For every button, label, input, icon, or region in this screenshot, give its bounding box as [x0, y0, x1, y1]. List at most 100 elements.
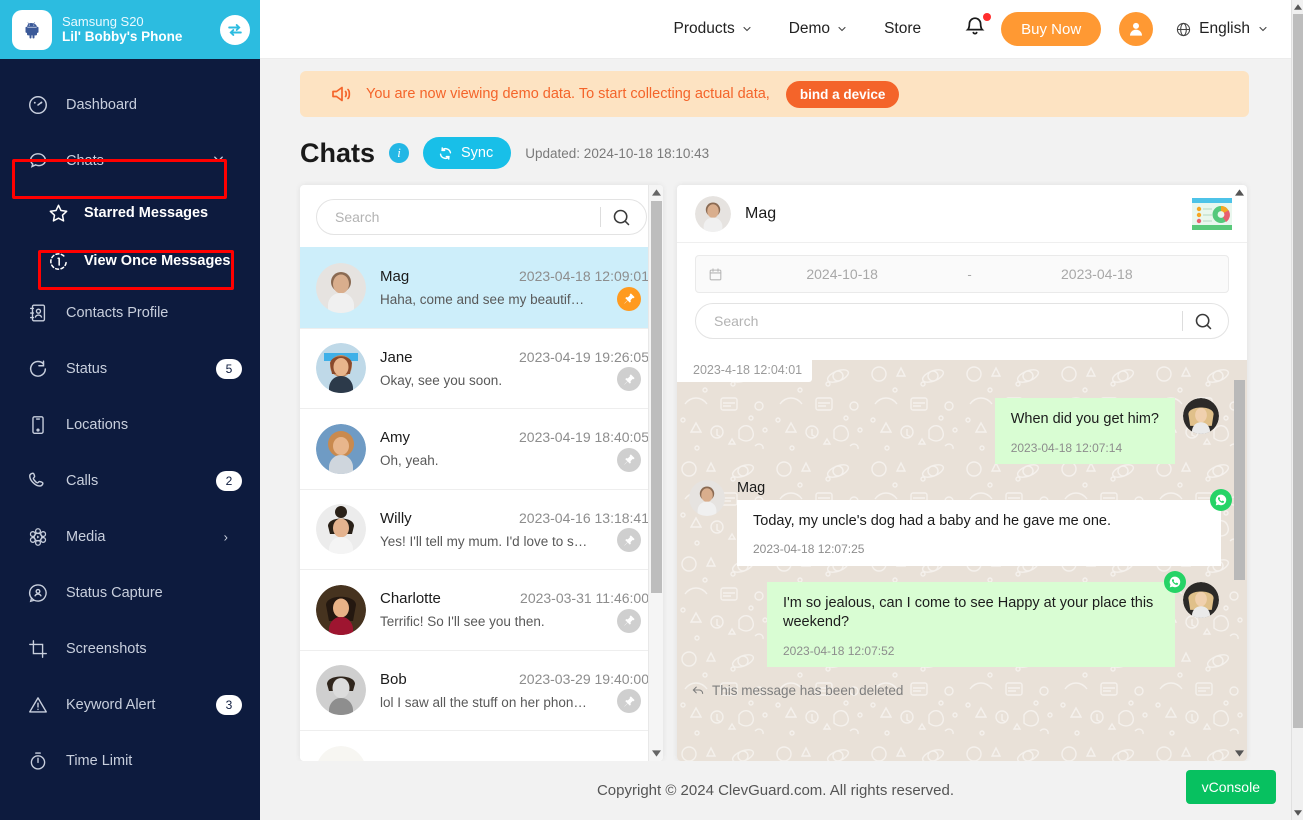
- message-date-chip: 2023-4-18 12:04:01: [677, 360, 813, 382]
- sidebar-item-label: Time Limit: [66, 753, 133, 769]
- sidebar-item-chats[interactable]: Chats: [0, 133, 260, 189]
- pin-icon[interactable]: [617, 367, 641, 391]
- search-icon[interactable]: [1193, 311, 1224, 332]
- pin-icon[interactable]: [617, 608, 641, 633]
- scroll-up-icon[interactable]: [1292, 0, 1303, 14]
- conversation-search[interactable]: [695, 303, 1229, 339]
- contact-name: Mag: [380, 268, 410, 286]
- message-text: Today, my uncle's dog had a baby and he …: [753, 512, 1111, 529]
- table-row[interactable]: Bob 2023-03-29 19:40:00 lol I saw all the…: [300, 649, 663, 730]
- sidebar-item-status[interactable]: Status 5: [0, 341, 260, 397]
- device-name: Lil' Bobby's Phone: [62, 29, 183, 45]
- chevron-right-icon[interactable]: ›: [224, 530, 228, 545]
- language-selector[interactable]: English: [1175, 20, 1269, 38]
- sidebar-item-time-limit[interactable]: Time Limit: [0, 733, 260, 789]
- table-row[interactable]: Jane 2023-04-19 19:26:05 Okay, see you so…: [300, 327, 663, 408]
- account-avatar-icon[interactable]: [1119, 12, 1154, 46]
- date-end: 2023-04-18: [1061, 266, 1133, 282]
- scroll-down-icon[interactable]: [649, 746, 663, 761]
- search-input[interactable]: [714, 313, 1182, 329]
- search-input[interactable]: [335, 209, 600, 225]
- sidebar-item-contacts-profile[interactable]: Contacts Profile: [0, 285, 260, 341]
- row-body: Jane 2023-04-19 19:26:05 Okay, see you so…: [380, 349, 649, 388]
- notification-bell-icon[interactable]: [939, 12, 1001, 45]
- avatar: [695, 195, 731, 232]
- updated-timestamp: Updated: 2024-10-18 18:10:43: [525, 145, 710, 161]
- message-bubble[interactable]: I'm so jealous, can I come to see Happy …: [767, 570, 1186, 667]
- sidebar-item-label: Media: [66, 529, 106, 545]
- sidebar-item-screenshots[interactable]: Screenshots: [0, 621, 260, 677]
- sidebar-item-label: Calls: [66, 473, 99, 489]
- demo-data-banner: You are now viewing demo data. To start …: [300, 71, 1249, 117]
- table-row[interactable]: Mag 2023-04-18 12:09:01 Haha, come and se…: [300, 247, 663, 328]
- scroll-up-icon[interactable]: [649, 185, 663, 200]
- sync-button[interactable]: Sync: [423, 137, 512, 169]
- info-icon[interactable]: i: [389, 143, 410, 163]
- avatar: [316, 423, 366, 474]
- date-range-picker[interactable]: 2024-10-18 - 2023-04-18: [695, 255, 1229, 293]
- scroll-down-icon[interactable]: [1232, 746, 1247, 761]
- scrollbar-thumb[interactable]: [1293, 14, 1303, 728]
- device-info: Samsung S20 Lil' Bobby's Phone: [62, 14, 210, 45]
- vconsole-button[interactable]: vConsole: [1185, 770, 1276, 804]
- switch-device-icon[interactable]: [220, 14, 250, 45]
- sidebar-item-starred-messages[interactable]: Starred Messages: [0, 189, 260, 237]
- phone-icon: [24, 470, 52, 492]
- pin-icon[interactable]: [617, 689, 641, 713]
- buy-now-button[interactable]: Buy Now: [1001, 12, 1102, 46]
- sidebar-item-label: Status: [66, 361, 108, 377]
- footer: Copyright © 2024 ClevGuard.com. All righ…: [260, 761, 1291, 820]
- message-text: I'm so jealous, can I come to see Happy …: [783, 594, 1154, 631]
- deleted-message-notice: This message has been deleted: [689, 683, 1221, 698]
- bind-a-device-button[interactable]: bind a device: [785, 80, 900, 108]
- top-navigation-bar: Products Demo Store Buy Now English: [260, 0, 1291, 59]
- nav-demo[interactable]: Demo: [771, 20, 866, 38]
- conversation-panel: Mag 2024-10-18 - 2023-04-18 Search 2023-…: [677, 185, 1247, 761]
- analytics-chart-icon[interactable]: [1191, 197, 1233, 231]
- row-body: Amy 2023-04-19 18:40:05 Oh, yeah.: [380, 429, 649, 468]
- sidebar-item-dashboard[interactable]: Dashboard: [0, 77, 260, 133]
- page-scrollbar[interactable]: [1291, 0, 1303, 820]
- message-bubble[interactable]: When did you get him? 2023-04-18 12:07:1…: [994, 398, 1175, 464]
- media-icon: [24, 526, 52, 548]
- pin-icon[interactable]: [617, 528, 641, 552]
- location-phone-icon: [24, 414, 52, 436]
- sidebar-item-keyword-alert[interactable]: Keyword Alert 3: [0, 677, 260, 733]
- chevron-down-icon: [1259, 26, 1267, 32]
- pin-icon[interactable]: [617, 286, 641, 311]
- nav-store[interactable]: Store: [866, 20, 939, 38]
- scroll-down-icon[interactable]: [1292, 806, 1303, 820]
- message-sender: Mag: [737, 479, 766, 496]
- search-icon[interactable]: [611, 207, 642, 228]
- nav-products[interactable]: Products: [656, 20, 771, 38]
- sidebar-item-calls[interactable]: Calls 2: [0, 453, 260, 509]
- message-row: When did you get him? 2023-04-18 12:07:1…: [689, 398, 1221, 464]
- message-bubble[interactable]: Today, my uncle's dog had a baby and he …: [737, 488, 1232, 566]
- table-row[interactable]: Charlotte 2023-03-31 11:46:00 Terrific! S…: [300, 569, 663, 650]
- sidebar-item-view-once-messages[interactable]: View Once Messages: [0, 237, 260, 285]
- scrollbar-thumb[interactable]: [651, 201, 662, 593]
- avatar: [1183, 581, 1219, 618]
- pin-icon[interactable]: [617, 447, 641, 472]
- table-row[interactable]: Amy 2023-04-19 18:40:05 Oh, yeah.: [300, 408, 663, 489]
- sidebar-item-locations[interactable]: Locations: [0, 397, 260, 453]
- message-row: Mag Today, my uncle's dog had a baby and…: [689, 479, 1232, 566]
- message-time: 2023-04-18 12:09:01: [519, 268, 649, 285]
- sidebar-item-status-capture[interactable]: Status Capture: [0, 565, 260, 621]
- table-row[interactable]: Marketing T…2023-03-19 18:4…: [300, 730, 663, 761]
- contact-name: Bob: [380, 670, 407, 688]
- chevron-down-icon[interactable]: [211, 152, 226, 171]
- table-row[interactable]: Willy 2023-04-16 13:18:41 Yes! I'll tell …: [300, 488, 663, 569]
- scrollbar-thumb[interactable]: [1234, 380, 1245, 580]
- chat-list-search[interactable]: [316, 199, 647, 235]
- chat-list-scrollbar[interactable]: [648, 185, 663, 761]
- conversation-search-wrap: [695, 303, 1229, 339]
- sidebar-item-media[interactable]: Media ›: [0, 509, 260, 565]
- conversation-scrollbar[interactable]: [1232, 185, 1247, 761]
- contacts-icon: [24, 302, 52, 324]
- avatar: [316, 343, 366, 394]
- message-time: 2023-04-16 13:18:41: [519, 509, 649, 526]
- megaphone-icon: [332, 86, 351, 102]
- sidebar: Samsung S20 Lil' Bobby's Phone Dashboard: [0, 0, 260, 820]
- scroll-up-icon[interactable]: [1232, 185, 1247, 200]
